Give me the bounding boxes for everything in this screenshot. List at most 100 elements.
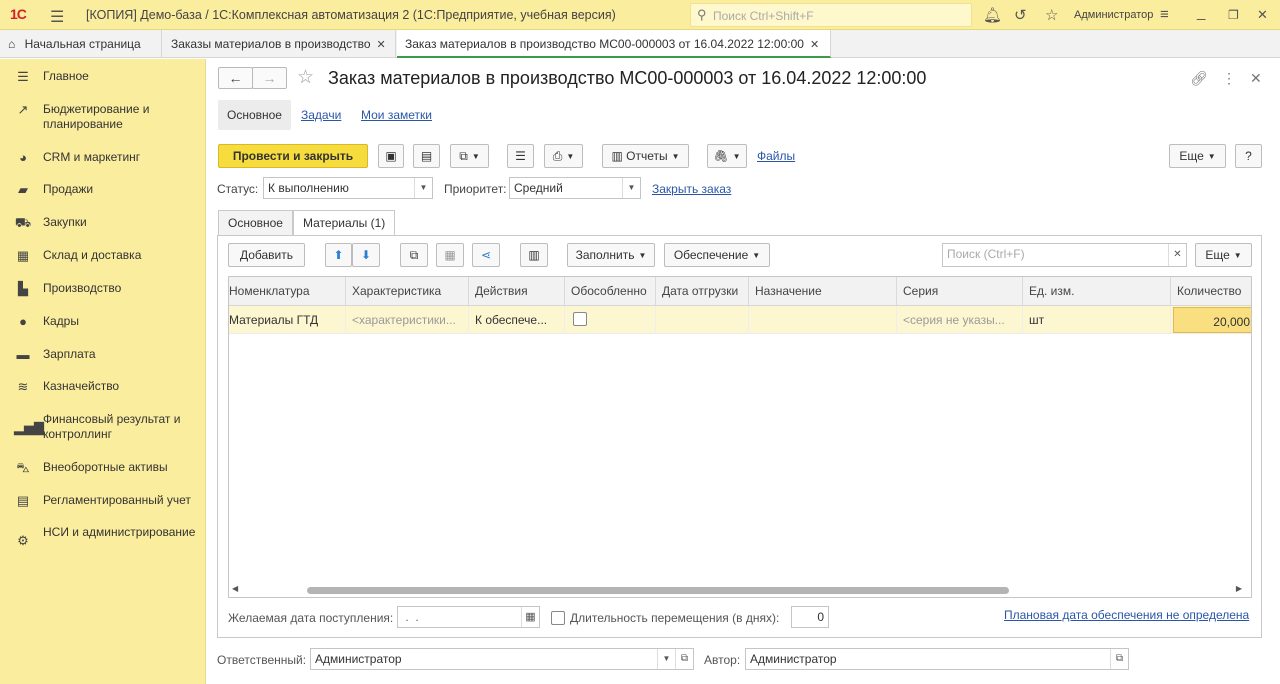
table-search-input[interactable]: Поиск (Ctrl+F) ✕ [942,243,1187,267]
close-window-icon[interactable]: ✕ [1257,7,1268,23]
status-select[interactable]: К выполнению ▼ [263,177,433,199]
restore-icon[interactable]: ❐ [1228,8,1239,22]
column-header[interactable]: Характеристика [346,277,469,306]
column-header[interactable]: Действия [469,277,565,306]
attach-icon[interactable]: 🖇︎ ▼ [707,144,747,168]
sidebar-item-label: НСИ и администрирование [43,525,196,539]
column-header[interactable]: Дата отгрузки [656,277,749,306]
reports-label: Отчеты [626,149,668,163]
chevron-down-icon[interactable]: ▼ [622,178,640,198]
cell-characteristic[interactable]: <характеристики... [346,306,469,334]
desired-date-input[interactable]: . . ▦ [397,606,540,628]
table-more-label: Еще [1205,248,1230,262]
table-search-placeholder: Поиск (Ctrl+F) [947,247,1025,261]
scroll-right-icon[interactable]: ▶ [1236,584,1242,593]
table-more-button[interactable]: Еще ▼ [1195,243,1252,267]
subtab-main[interactable]: Основное [218,100,291,130]
global-search-input[interactable]: ⚲ Поиск Ctrl+Shift+F [690,3,972,27]
calendar-icon[interactable]: ▦ [521,607,539,627]
post-and-close-button[interactable]: Провести и закрыть [218,144,368,168]
close-tab-icon[interactable]: ✕ [810,39,819,51]
sidebar-item-label: Зарплата [43,347,96,361]
factory-icon: ▙ [18,281,28,296]
more-button[interactable]: Еще ▼ [1169,144,1226,168]
priority-select[interactable]: Средний ▼ [509,177,641,199]
files-link[interactable]: Файлы [757,149,795,163]
close-form-icon[interactable]: ✕ [1250,70,1262,87]
responsible-select[interactable]: Администратор ▼ ⧉ [310,648,694,670]
move-up-icon[interactable]: ⬆ [325,243,352,267]
tab-orders-list[interactable]: Заказы материалов в производство ✕ [163,30,396,58]
separate-checkbox[interactable] [573,312,587,326]
move-down-icon[interactable]: ⬇ [352,243,380,267]
split-icon[interactable]: ⋖ [472,243,500,267]
main-menu-icon[interactable]: ☰ [50,7,64,27]
reports-button[interactable]: ▥ Отчеты ▼ [602,144,689,168]
barcode-icon[interactable]: ▥ [520,243,548,267]
tab-current-order[interactable]: Заказ материалов в производство МС00-000… [397,30,831,58]
link-icon[interactable]: 🔗︎ [1190,70,1208,87]
close-tab-icon[interactable]: ✕ [377,39,386,51]
cell-action[interactable]: К обеспече... [469,306,565,334]
create-based-on-icon[interactable]: ⧉ ▼ [450,144,489,168]
window-title: [КОПИЯ] Демо-база / 1С:Комплексная автом… [86,8,616,22]
column-header[interactable]: Ед. изм. [1023,277,1171,306]
tab-label: Начальная страница [24,37,141,51]
cell-purpose[interactable] [749,306,897,334]
minimize-icon[interactable]: _ [1197,4,1205,21]
plan-date-link[interactable]: Плановая дата обеспечения не определена [1004,608,1249,622]
subtab-tasks[interactable]: Задачи [292,100,350,130]
tab-inner-materials[interactable]: Материалы (1) [293,210,396,236]
open-icon[interactable]: ⧉ [1110,649,1128,669]
cell-nomenclature[interactable]: Материалы ГТД [229,306,346,334]
bell-icon[interactable]: 🔔︎ [983,6,1002,24]
open-icon[interactable]: ⧉ [675,649,693,669]
add-button[interactable]: Добавить [228,243,305,267]
sidebar-item-label: Кадры [43,314,79,328]
journal-icon[interactable]: ☰ [507,144,534,168]
sidebar-item-label: Производство [43,281,122,295]
duration-checkbox[interactable] [551,611,565,625]
cell-unit[interactable]: шт [1023,306,1171,334]
app-logo: 1С [10,6,27,22]
fill-button[interactable]: Заполнить ▼ [567,243,655,267]
forward-button[interactable]: → [252,67,287,89]
column-header[interactable]: Серия [897,277,1023,306]
paste-icon[interactable]: ▦ [436,243,464,267]
table-row[interactable]: Материалы ГТД <характеристики... К обесп… [229,306,1251,334]
cell-series[interactable]: <серия не указы... [897,306,1023,334]
chevron-down-icon[interactable]: ▼ [657,649,675,669]
copy-icon[interactable]: ⧉ [400,243,428,267]
save-icon[interactable]: ▣ [378,144,404,168]
help-button[interactable]: ? [1235,144,1262,168]
column-header[interactable]: Номенклатура [229,277,346,306]
horizontal-scrollbar[interactable]: ◀ ▶ [230,583,1250,596]
more-menu-icon[interactable]: ⋮ [1222,70,1236,87]
post-icon[interactable]: ▤ [413,144,440,168]
tab-home[interactable]: ⌂ Начальная страница [0,30,162,58]
tab-inner-main[interactable]: Основное [218,210,293,235]
scroll-left-icon[interactable]: ◀ [232,584,238,593]
close-order-link[interactable]: Закрыть заказ [652,182,731,196]
back-button[interactable]: ← [218,67,253,89]
materials-table: Номенклатура Характеристика Действия Обо… [228,276,1252,598]
cell-quantity[interactable]: 20,000 [1173,307,1251,333]
user-name[interactable]: Администратор [1074,9,1153,21]
column-header[interactable]: Назначение [749,277,897,306]
column-header[interactable]: Количество [1171,277,1251,306]
subtab-notes[interactable]: Мои заметки [352,100,441,130]
settings-icon[interactable]: ≡ [1160,6,1169,23]
scrollbar-thumb[interactable] [307,587,1009,594]
cell-ship-date[interactable] [656,306,749,334]
print-icon[interactable]: ⎙ ▼ [544,144,583,168]
duration-input[interactable]: 0 [791,606,829,628]
history-icon[interactable]: ↺ [1014,6,1027,24]
star-icon[interactable]: ☆ [1045,6,1058,24]
wallet-icon: ▬ [16,347,30,362]
author-field[interactable]: Администратор ⧉ [745,648,1129,670]
clear-icon[interactable]: ✕ [1168,244,1186,266]
supply-button[interactable]: Обеспечение ▼ [664,243,770,267]
favorite-star-icon[interactable]: ☆ [297,66,314,89]
chevron-down-icon[interactable]: ▼ [414,178,432,198]
column-header[interactable]: Обособленно [565,277,656,306]
